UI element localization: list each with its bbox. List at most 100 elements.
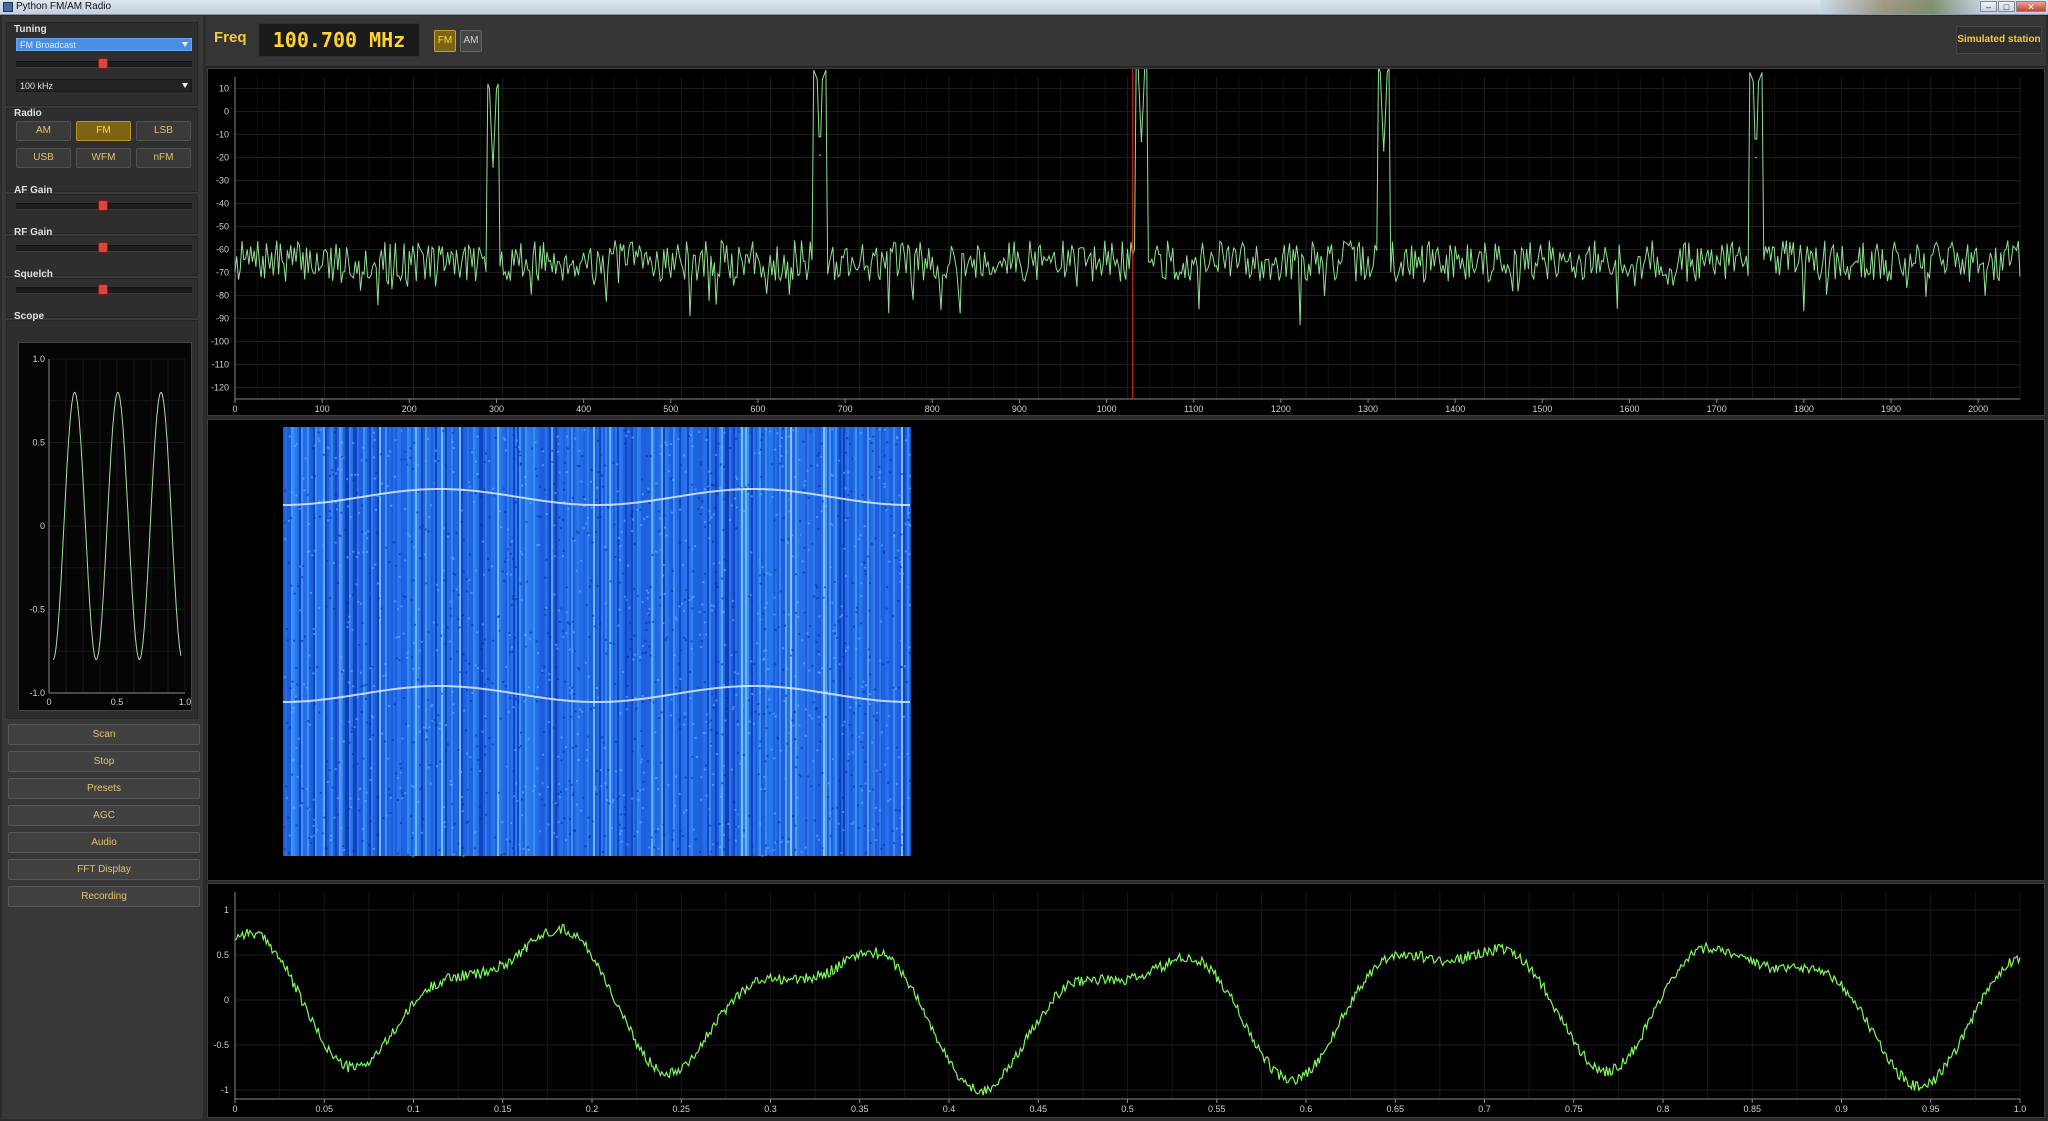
- waterfall-speckle: [900, 852, 903, 855]
- waterfall-speckle: [710, 604, 713, 607]
- slider-handle[interactable]: [98, 242, 108, 253]
- waterfall-speckle: [455, 531, 458, 534]
- audio-button[interactable]: Audio: [8, 832, 200, 853]
- waterfall-speckle: [688, 845, 691, 848]
- waterfall-speckle: [488, 737, 491, 740]
- waterfall-speckle: [449, 780, 452, 783]
- waterfall-speckle: [327, 446, 330, 449]
- mode-button-usb[interactable]: USB: [16, 148, 71, 168]
- waterfall-speckle: [547, 823, 550, 826]
- waterfall-speckle: [846, 437, 849, 440]
- recording-button[interactable]: Recording: [8, 886, 200, 907]
- waterfall-chart[interactable]: [208, 420, 2044, 880]
- waterfall-speckle: [410, 784, 413, 787]
- squelch-slider[interactable]: [16, 283, 192, 297]
- waterfall-column: [505, 427, 507, 856]
- waterfall-column: [731, 427, 733, 856]
- waterfall-speckle: [549, 635, 552, 638]
- waterfall-speckle: [295, 494, 298, 497]
- tuning-slider[interactable]: [16, 57, 192, 71]
- waterfall-column: [801, 427, 803, 856]
- slider-handle[interactable]: [98, 200, 108, 211]
- waterfall-column: [639, 427, 641, 856]
- waterfall-speckle: [348, 741, 351, 744]
- band-select[interactable]: FM Broadcast: [16, 38, 192, 51]
- waterfall-speckle: [306, 686, 309, 689]
- waterfall-speckle: [789, 498, 792, 501]
- waterfall-speckle: [344, 528, 347, 531]
- toolbar-am-button[interactable]: AM: [460, 30, 482, 52]
- waterfall-speckle: [868, 609, 871, 612]
- waterfall-speckle: [607, 768, 610, 771]
- minimize-button[interactable]: –: [1980, 1, 1997, 12]
- waterfall-speckle: [878, 809, 881, 812]
- waterfall-speckle: [452, 853, 455, 856]
- fft-display-button[interactable]: FFT Display: [8, 859, 200, 880]
- slider-handle[interactable]: [98, 58, 108, 69]
- waterfall-speckle: [559, 790, 562, 793]
- toolbar-fm-button[interactable]: FM: [434, 30, 456, 52]
- waterfall-speckle: [662, 823, 665, 826]
- waterfall-speckle: [778, 462, 781, 465]
- waterfall-speckle: [503, 579, 506, 582]
- waterfall-speckle: [633, 737, 636, 740]
- af-gain-slider[interactable]: [16, 199, 192, 213]
- mode-button-am[interactable]: AM: [16, 121, 71, 141]
- waterfall-speckle: [562, 629, 565, 632]
- waterfall-speckle: [562, 549, 565, 552]
- waterfall-speckle: [355, 718, 358, 721]
- waterfall-speckle: [725, 696, 728, 699]
- waterfall-speckle: [545, 607, 548, 610]
- waterfall-column: [841, 427, 843, 856]
- waterfall-column: [581, 427, 583, 856]
- waterfall-speckle: [844, 487, 847, 490]
- mode-button-nfm[interactable]: nFM: [136, 148, 191, 168]
- waterfall-speckle: [401, 797, 404, 800]
- waterfall-speckle: [342, 740, 345, 743]
- waterfall-speckle: [575, 744, 578, 747]
- waterfall-speckle: [617, 540, 620, 543]
- x-tick-label: 1000: [1097, 404, 1117, 414]
- waterfall-speckle: [572, 791, 575, 794]
- waterfall-speckle: [812, 701, 815, 704]
- waterfall-speckle: [668, 454, 671, 457]
- scan-button[interactable]: Scan: [8, 724, 200, 745]
- waterfall-speckle: [548, 673, 551, 676]
- spectrum-chart[interactable]: 100-10-20-30-40-50-60-70-80-90-100-110-1…: [208, 69, 2044, 415]
- maximize-button[interactable]: □: [1998, 1, 2015, 12]
- waterfall-column: [743, 427, 745, 856]
- mode-button-lsb[interactable]: LSB: [136, 121, 191, 141]
- waterfall-column: [495, 427, 497, 856]
- waterfall-speckle: [318, 606, 321, 609]
- slider-handle[interactable]: [98, 284, 108, 295]
- waterfall-speckle: [303, 635, 306, 638]
- waterfall-column: [295, 427, 297, 856]
- waterfall-speckle: [285, 722, 288, 725]
- close-button[interactable]: ✕: [2016, 1, 2046, 12]
- spectrum-peak: [819, 154, 821, 156]
- mode-button-wfm[interactable]: WFM: [76, 148, 131, 168]
- stop-button[interactable]: Stop: [8, 751, 200, 772]
- agc-button[interactable]: AGC: [8, 805, 200, 826]
- presets-button[interactable]: Presets: [8, 778, 200, 799]
- waterfall-speckle: [422, 726, 425, 729]
- waterfall-speckle: [833, 657, 836, 660]
- step-select[interactable]: 100 kHz: [16, 79, 192, 92]
- waterfall-speckle: [659, 596, 662, 599]
- waterfall-speckle: [382, 674, 385, 677]
- waterfall-speckle: [881, 544, 884, 547]
- waterfall-speckle: [768, 698, 771, 701]
- waterfall-column: [871, 427, 873, 856]
- waterfall-speckle: [475, 569, 478, 572]
- waterfall-speckle: [874, 537, 877, 540]
- waterfall-speckle: [702, 731, 705, 734]
- waterfall-speckle: [767, 854, 770, 857]
- waterfall-column: [843, 427, 845, 856]
- waterfall-speckle: [498, 629, 501, 632]
- waterfall-speckle: [822, 596, 825, 599]
- waterfall-speckle: [751, 845, 754, 848]
- frequency-display[interactable]: 100.700 MHz: [258, 23, 420, 57]
- squelch-label: Squelch: [14, 269, 53, 280]
- mode-button-fm[interactable]: FM: [76, 121, 131, 141]
- rf-gain-slider[interactable]: [16, 241, 192, 255]
